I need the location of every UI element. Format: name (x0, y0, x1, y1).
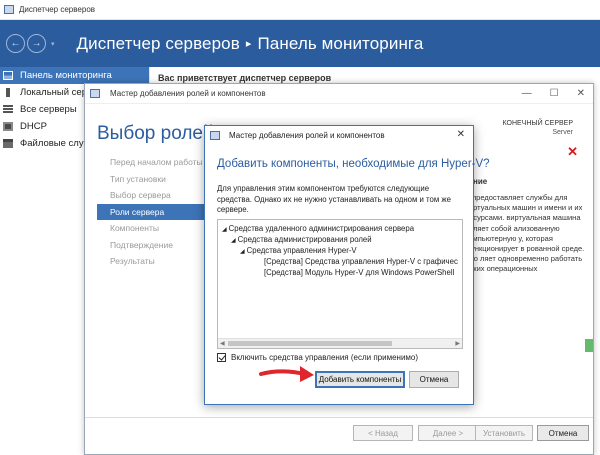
tree-item-label: [Средства] Средства управления Hyper-V с… (264, 257, 458, 266)
destination-server-label: КОНЕЧНЫЙ СЕРВЕР (502, 120, 573, 127)
wizard-step[interactable]: Результаты (97, 253, 205, 270)
welcome-heading: Вас приветствует диспетчер серверов (158, 73, 332, 83)
wizard-window-controls: — ☐ ✕ (522, 88, 585, 99)
include-management-tools-option[interactable]: Включить средства управления (если приме… (217, 353, 418, 362)
dialog-close-icon[interactable]: ✕ (457, 129, 465, 140)
add-features-button[interactable]: Добавить компоненты (315, 371, 405, 388)
local-server-icon (6, 88, 10, 97)
dialog-description: Для управления этим компонентом требуютс… (217, 184, 451, 214)
red-arrow-icon (259, 366, 314, 382)
breadcrumb: Диспетчер серверов ▸ Панель мониторинга (77, 34, 424, 54)
back-arrow-icon[interactable]: ← (6, 34, 25, 53)
checkbox-label: Включить средства управления (если приме… (231, 353, 419, 362)
dashboard-icon (3, 71, 13, 80)
wizard-step[interactable]: Компоненты (97, 220, 205, 237)
sidebar-item-label: DHCP (20, 121, 47, 132)
server-manager-app-icon (4, 5, 14, 14)
wizard-step[interactable]: Выбор сервера (97, 187, 205, 204)
wizard-footer-divider (85, 417, 593, 418)
server-manager-titlebar: Диспетчер серверов (0, 0, 600, 20)
breadcrumb-app: Диспетчер серверов (76, 33, 240, 53)
tree-item[interactable]: ◢ Средства управления Hyper-V (240, 246, 357, 255)
sidebar-item-label: Панель мониторинга (20, 70, 112, 81)
tree-item-label: Средства удаленного администрирования се… (228, 224, 415, 233)
tree-item[interactable]: [Средства] Средства управления Hyper-V с… (264, 257, 458, 266)
add-features-dialog: Мастер добавления ролей и компонентов ✕ … (204, 125, 490, 405)
tree-item[interactable]: [Средства] Модуль Hyper-V для Windows Po… (264, 268, 454, 277)
breadcrumb-separator-icon: ▸ (245, 37, 252, 50)
next-button[interactable]: Далее > (418, 425, 478, 441)
wizard-title: Мастер добавления ролей и компонентов (110, 89, 266, 98)
required-features-tree[interactable]: ◢ Средства удаленного администрирования с… (217, 219, 463, 349)
role-description-heading: ние (473, 177, 488, 186)
wizard-step[interactable]: Подтверждение (97, 237, 205, 254)
tree-item-label: [Средства] Модуль Hyper-V для Windows Po… (264, 268, 455, 277)
server-manager-header: ← → ▾ Диспетчер серверов ▸ Панель монитори… (0, 20, 600, 67)
expand-arrow-icon[interactable]: ◢ (222, 227, 227, 233)
dialog-heading: Добавить компоненты, необходимые для Hyp… (217, 158, 490, 170)
install-button[interactable]: Установить (475, 425, 533, 441)
sidebar-item-dashboard[interactable]: Панель мониторинга (0, 67, 149, 84)
wizard-step[interactable]: Тип установки (97, 171, 205, 188)
wizard-cancel-button[interactable]: Отмена (537, 425, 589, 441)
tree-item[interactable]: ◢ Средства удаленного администрирования с… (222, 224, 414, 233)
back-button[interactable]: < Назад (353, 425, 413, 441)
wizard-step-active[interactable]: Роли сервера (97, 203, 205, 220)
dialog-app-icon (210, 130, 220, 140)
maximize-icon[interactable]: ☐ (550, 88, 559, 99)
role-description-text: V предоставляет службы для виртуальных м… (465, 193, 585, 274)
scroll-left-icon[interactable]: ◀ (220, 340, 225, 347)
destination-server-value: Server (552, 129, 573, 136)
sidebar-item-label: Все серверы (20, 104, 77, 115)
file-services-icon (3, 139, 13, 148)
tree-item[interactable]: ◢ Средства администрирования ролей (231, 235, 372, 244)
expand-arrow-icon[interactable]: ◢ (240, 249, 245, 255)
minimize-icon[interactable]: — (522, 88, 532, 99)
wizard-app-icon (90, 89, 100, 98)
dialog-titlebar[interactable]: Мастер добавления ролей и компонентов (205, 126, 473, 144)
server-manager-window-title: Диспетчер серверов (19, 5, 96, 14)
breadcrumb-page: Панель мониторинга (257, 33, 424, 53)
expand-arrow-icon[interactable]: ◢ (231, 238, 236, 244)
include-management-tools-checkbox[interactable] (217, 353, 226, 362)
dhcp-icon (3, 122, 13, 131)
dialog-title: Мастер добавления ролей и компонентов (229, 130, 385, 140)
scroll-right-icon[interactable]: ▶ (455, 340, 460, 347)
nav-history-dropdown-icon[interactable]: ▾ (51, 40, 55, 48)
horizontal-scrollbar[interactable]: ◀ ▶ (218, 338, 462, 348)
wizard-steps: Перед началом работы Тип установки Выбор… (97, 154, 205, 270)
tree-item-label: Средства администрирования ролей (237, 235, 372, 244)
close-icon[interactable]: ✕ (577, 88, 585, 99)
forward-arrow-icon[interactable]: → (27, 34, 46, 53)
error-icon: ✕ (567, 144, 578, 159)
tree-item-label: Средства управления Hyper-V (246, 246, 357, 255)
scrollbar-thumb[interactable] (228, 341, 392, 346)
status-indicator (585, 339, 593, 352)
wizard-titlebar[interactable]: Мастер добавления ролей и компонентов (85, 84, 593, 104)
wizard-step[interactable]: Перед началом работы (97, 154, 205, 171)
dialog-cancel-button[interactable]: Отмена (409, 371, 459, 388)
all-servers-icon (3, 105, 13, 114)
